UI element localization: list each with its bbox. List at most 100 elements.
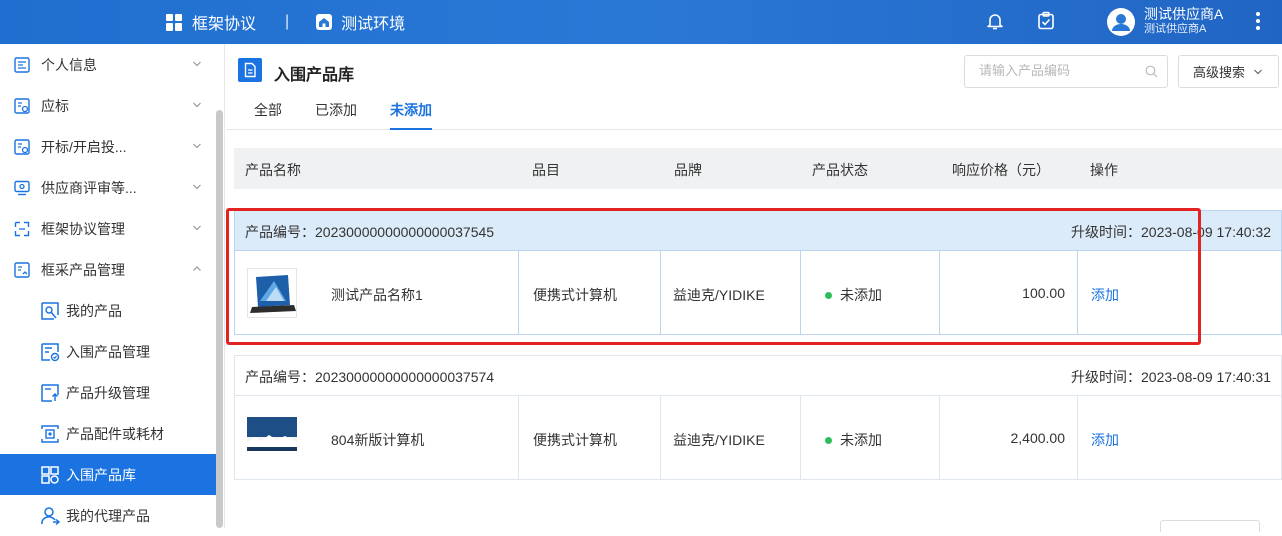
shortlist-manage-icon (41, 342, 60, 361)
brand-text: 益迪克/YIDIKE (673, 287, 765, 303)
product-number: 产品编号：20230000000000000037545 (245, 224, 495, 240)
product-group: 产品编号：20230000000000000037574 升级时间：2023-0… (234, 355, 1282, 480)
chevron-down-icon (193, 61, 201, 67)
sidebar-subitem-my-products[interactable]: 我的产品 (0, 290, 216, 331)
product-name[interactable]: 测试产品名称1 (331, 285, 423, 305)
sidebar-item-label: 我的代理产品 (66, 507, 150, 524)
search-icon[interactable] (1145, 65, 1158, 78)
category-text: 便携式计算机 (533, 432, 617, 448)
sidebar-item-label: 应标 (41, 97, 69, 114)
product-name-cell: 测试产品名称1 (235, 251, 519, 335)
agreement-icon (14, 221, 30, 236)
sidebar-item-label: 入围产品库 (66, 466, 136, 483)
status-cell: 未添加 (801, 396, 940, 480)
status-cell: 未添加 (801, 251, 940, 335)
category-text: 便携式计算机 (533, 287, 617, 303)
document-icon (238, 58, 262, 82)
category-cell: 便携式计算机 (519, 396, 661, 480)
status-text: 未添加 (840, 432, 882, 448)
sidebar-item-supplier-review[interactable]: 供应商评审等... (0, 167, 216, 208)
upgrade-time: 升级时间：2023-08-09 17:40:32 (1071, 224, 1271, 240)
sidebar-scrollbar[interactable] (216, 110, 223, 528)
person-card-icon (14, 56, 30, 73)
sidebar-item-bid[interactable]: 应标 (0, 85, 216, 126)
sidebar-item-label: 框采产品管理 (41, 261, 125, 278)
status-badge: 未添加 (825, 430, 882, 450)
product-manage-icon (14, 261, 30, 278)
column-header: 产品名称 (245, 162, 301, 178)
add-link[interactable]: 添加 (1091, 285, 1119, 305)
bell-icon[interactable] (985, 11, 1005, 31)
system-name: 框架协议 (192, 16, 257, 33)
product-thumbnail[interactable] (247, 413, 297, 463)
tab-all[interactable]: 全部 (254, 100, 282, 130)
sidebar: 个人信息 应标 开标/开启投... 供应商评审等... 框架协议管理 框采产品管… (0, 44, 225, 528)
sidebar-subitem-agent-products[interactable]: 我的代理产品 (0, 495, 216, 536)
sidebar-item-agreement-manage[interactable]: 框架协议管理 (0, 208, 216, 249)
brand-text: 益迪克/YIDIKE (673, 432, 765, 448)
more-vertical-icon[interactable] (1255, 12, 1261, 32)
avatar[interactable] (1107, 8, 1135, 36)
landscape-image-icon (247, 417, 297, 451)
library-icon (41, 465, 59, 484)
brand-cell: 益迪克/YIDIKE (661, 396, 801, 480)
sidebar-subitem-shortlist-manage[interactable]: 入围产品管理 (0, 331, 216, 372)
accessory-icon (41, 424, 59, 443)
status-tabs: 全部 已添加 未添加 (226, 100, 1282, 130)
top-bar: 框架协议 | 测试环境 测试供应商A 测试供应商A (0, 0, 1282, 44)
product-group: 产品编号：20230000000000000037545 升级时间：2023-0… (234, 210, 1282, 335)
sidebar-item-label: 入围产品管理 (66, 343, 150, 360)
product-group-header: 产品编号：20230000000000000037545 升级时间：2023-0… (235, 211, 1281, 250)
product-thumbnail[interactable] (247, 268, 297, 318)
sidebar-item-label: 个人信息 (41, 56, 97, 73)
sidebar-item-label: 开标/开启投... (41, 138, 127, 155)
sidebar-item-label: 供应商评审等... (41, 179, 137, 196)
column-header: 响应价格（元） (952, 162, 1050, 178)
tab-not-added[interactable]: 未添加 (390, 100, 432, 130)
column-header: 操作 (1090, 162, 1118, 178)
review-monitor-icon (14, 180, 30, 195)
sidebar-subitem-shortlist-library[interactable]: 入围产品库 (0, 454, 216, 495)
open-bid-icon (14, 138, 30, 155)
my-product-icon (41, 301, 59, 320)
table-row: 测试产品名称1 便携式计算机 益迪克/YIDIKE 未添加 100.00 添加 (235, 250, 1281, 335)
product-name[interactable]: 804新版计算机 (331, 430, 424, 450)
upgrade-time: 升级时间：2023-08-09 17:40:31 (1071, 369, 1271, 385)
sidebar-item-open-bid[interactable]: 开标/开启投... (0, 126, 216, 167)
search-input[interactable] (979, 63, 1139, 78)
status-dot-icon (825, 437, 832, 444)
sidebar-subitem-product-upgrade[interactable]: 产品升级管理 (0, 372, 216, 413)
status-text: 未添加 (840, 287, 882, 303)
sidebar-item-label: 框架协议管理 (41, 220, 125, 237)
chevron-down-icon (193, 184, 201, 190)
brand-cell: 益迪克/YIDIKE (661, 251, 801, 335)
pagination-control[interactable] (1160, 520, 1260, 532)
task-clipboard-icon[interactable] (1036, 11, 1056, 31)
sidebar-item-personal-info[interactable]: 个人信息 (0, 44, 216, 85)
chevron-down-icon (193, 102, 201, 108)
tab-added[interactable]: 已添加 (315, 100, 357, 130)
system-switcher[interactable]: 框架协议 | 测试环境 (166, 0, 405, 44)
user-avatar-icon (1112, 14, 1130, 31)
upgrade-icon (41, 383, 59, 402)
page-title: 入围产品库 (274, 67, 355, 84)
sidebar-item-label: 产品配件或耗材 (66, 425, 164, 442)
home-icon (316, 14, 333, 30)
product-group-header: 产品编号：20230000000000000037574 升级时间：2023-0… (235, 356, 1281, 395)
sidebar-item-label: 产品升级管理 (66, 384, 150, 401)
chevron-down-icon (1254, 69, 1262, 74)
table-row: 804新版计算机 便携式计算机 益迪克/YIDIKE 未添加 2,400.00 … (235, 395, 1281, 480)
user-name: 测试供应商A (1144, 6, 1224, 22)
add-link[interactable]: 添加 (1091, 430, 1119, 450)
advanced-search-button[interactable]: 高级搜索 (1178, 55, 1279, 88)
sidebar-item-product-manage[interactable]: 框采产品管理 (0, 249, 216, 290)
grid-apps-icon (166, 13, 183, 31)
price-text: 100.00 (1022, 285, 1065, 301)
action-cell: 添加 (1078, 251, 1281, 335)
sidebar-subitem-accessories[interactable]: 产品配件或耗材 (0, 413, 216, 454)
product-code-search[interactable] (964, 55, 1168, 88)
price-text: 2,400.00 (1010, 430, 1066, 446)
agent-product-icon (41, 506, 60, 525)
bid-icon (14, 97, 30, 114)
env-name: 测试环境 (341, 16, 406, 33)
